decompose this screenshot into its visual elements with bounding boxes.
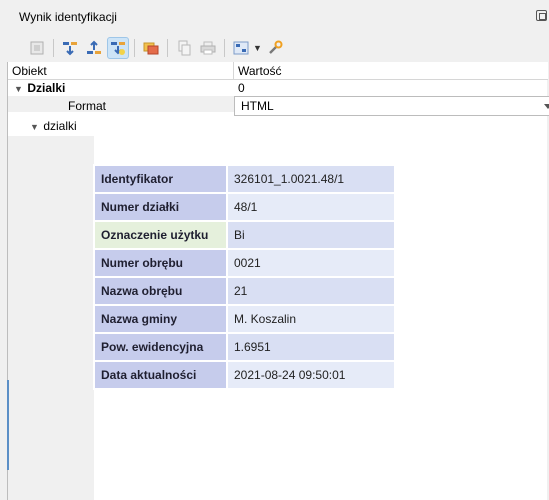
print-button[interactable] xyxy=(197,37,219,59)
format-label: Format xyxy=(68,99,107,113)
attribute-value: Bi xyxy=(228,222,394,248)
attribute-key: Nazwa gminy xyxy=(95,306,226,332)
identify-attribute-table: Identyfikator 326101_1.0021.48/1 Numer dzi… xyxy=(93,164,396,390)
identify-mode-icon xyxy=(233,41,249,55)
table-row: Identyfikator 326101_1.0021.48/1 xyxy=(95,166,394,192)
table-row: Pow. ewidencyjna 1.6951 xyxy=(95,334,394,360)
attribute-value: 2021-08-24 09:50:01 xyxy=(228,362,394,388)
print-icon xyxy=(200,41,216,55)
collapse-tree-button[interactable] xyxy=(83,37,105,59)
expand-arrow-icon[interactable]: ▼ xyxy=(30,119,40,135)
expand-tree-button[interactable] xyxy=(59,37,81,59)
tree-header: Obiekt Wartość xyxy=(8,62,548,80)
select-feature-button[interactable] xyxy=(107,37,129,59)
select-feature-icon xyxy=(111,42,125,55)
attribute-key: Oznaczenie użytku xyxy=(95,222,226,248)
tree-row-layer[interactable]: ▼ Dzialki 0 xyxy=(8,80,548,96)
layer-name: Dzialki xyxy=(27,81,66,95)
toolbar-separator xyxy=(224,39,225,57)
table-row: Data aktualności 2021-08-24 09:50:01 xyxy=(95,362,394,388)
table-row: Numer działki 48/1 xyxy=(95,194,394,220)
feature-name: dzialki xyxy=(43,119,77,133)
toolbar-separator xyxy=(53,39,54,57)
format-select-value: HTML xyxy=(241,99,274,113)
restore-icon[interactable] xyxy=(536,10,547,21)
identify-results-panel: Wynik identyfikacji ▼ Obiekt Wartość ▼ D… xyxy=(0,0,549,500)
tree-row-format: Format HTML xyxy=(8,96,549,116)
attribute-value: 21 xyxy=(228,278,394,304)
copy-button[interactable] xyxy=(173,37,195,59)
table-row: Nazwa gminy M. Koszalin xyxy=(95,306,394,332)
expand-tree-icon xyxy=(63,42,77,56)
layer-button[interactable] xyxy=(140,37,162,59)
attribute-key: Data aktualności xyxy=(95,362,226,388)
collapse-tree-icon xyxy=(87,40,101,54)
settings-button[interactable] xyxy=(264,37,286,59)
column-value-header[interactable]: Wartość xyxy=(234,62,548,80)
expand-icon xyxy=(30,41,44,55)
panel-title-bar: Wynik identyfikacji xyxy=(7,0,547,34)
chevron-down-icon[interactable]: ▼ xyxy=(253,43,262,53)
attribute-value: 326101_1.0021.48/1 xyxy=(228,166,394,192)
attribute-value: M. Koszalin xyxy=(228,306,394,332)
attribute-key: Numer działki xyxy=(95,194,226,220)
toolbar-separator xyxy=(134,39,135,57)
indent-area xyxy=(8,136,94,500)
attribute-key: Identyfikator xyxy=(95,166,226,192)
copy-icon xyxy=(178,40,191,56)
identify-toolbar: ▼ xyxy=(26,34,546,62)
attribute-key: Numer obrębu xyxy=(95,250,226,276)
column-object-header[interactable]: Obiekt xyxy=(8,62,234,80)
panel-edge-marker xyxy=(7,380,9,470)
format-select[interactable]: HTML xyxy=(234,96,549,116)
layer-count: 0 xyxy=(238,81,245,95)
chevron-down-icon xyxy=(544,104,549,109)
expand-all-button[interactable] xyxy=(26,37,48,59)
panel-title: Wynik identyfikacji xyxy=(19,10,117,24)
attribute-key: Nazwa obrębu xyxy=(95,278,226,304)
wrench-icon xyxy=(269,40,283,54)
layer-icon xyxy=(143,42,159,55)
attribute-key: Pow. ewidencyjna xyxy=(95,334,226,360)
expand-arrow-icon[interactable]: ▼ xyxy=(14,81,24,97)
attribute-value: 0021 xyxy=(228,250,394,276)
identify-mode-button[interactable] xyxy=(230,37,252,59)
attribute-value: 48/1 xyxy=(228,194,394,220)
table-row: Nazwa obrębu 21 xyxy=(95,278,394,304)
table-row: Oznaczenie użytku Bi xyxy=(95,222,394,248)
attribute-value: 1.6951 xyxy=(228,334,394,360)
table-row: Numer obrębu 0021 xyxy=(95,250,394,276)
tree-row-feature[interactable]: ▼ dzialki xyxy=(8,118,548,134)
toolbar-separator xyxy=(167,39,168,57)
